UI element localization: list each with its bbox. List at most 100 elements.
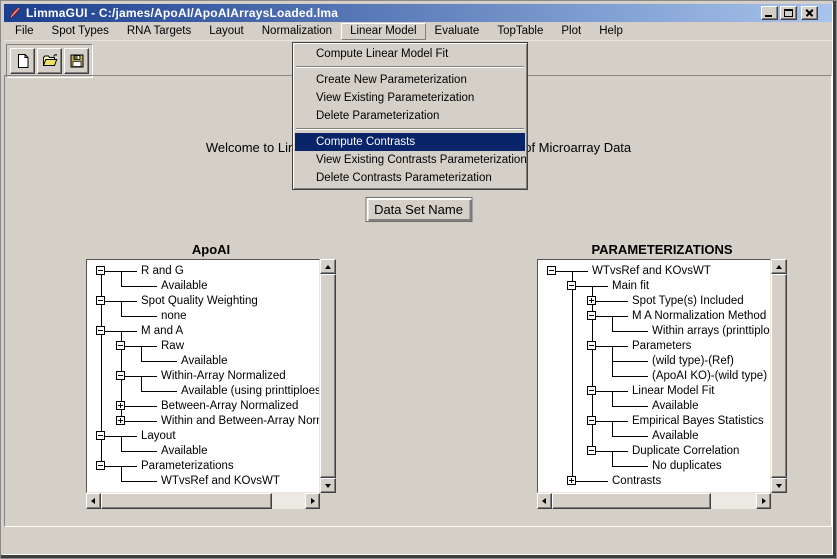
menu-item-compute-linear-model-fit[interactable]: Compute Linear Model Fit xyxy=(295,45,525,63)
menu-item-create-new-parameterization[interactable]: Create New Parameterization xyxy=(295,71,525,89)
menu-file[interactable]: File xyxy=(6,23,43,40)
tree-expand-minus-box[interactable] xyxy=(587,386,596,395)
maximize-button[interactable] xyxy=(780,6,797,20)
scroll-thumb[interactable] xyxy=(771,274,787,478)
tree-node-label[interactable]: none xyxy=(161,309,187,324)
tree-node-label[interactable]: Layout xyxy=(141,429,176,444)
scroll-left-button[interactable] xyxy=(537,493,552,509)
menu-item-view-existing-parameterization[interactable]: View Existing Parameterization xyxy=(295,89,525,107)
tree-node-label[interactable]: Empirical Bayes Statistics xyxy=(632,414,764,429)
menu-plot[interactable]: Plot xyxy=(552,23,590,40)
tree-expand-minus-box[interactable] xyxy=(547,266,556,275)
tree-expand-minus-box[interactable] xyxy=(116,341,125,350)
scroll-left-button[interactable] xyxy=(86,493,101,509)
tree-node-label[interactable]: Within and Between-Array Normalized xyxy=(161,414,320,429)
menu-item-delete-parameterization[interactable]: Delete Parameterization xyxy=(295,107,525,125)
right-tree-vertical-scrollbar[interactable] xyxy=(771,259,787,493)
tree-node-label[interactable]: Available xyxy=(652,399,698,414)
close-button[interactable] xyxy=(801,6,818,20)
scroll-right-button[interactable] xyxy=(756,493,771,509)
left-tree-horizontal-scrollbar[interactable] xyxy=(86,493,320,509)
tree-node-label[interactable]: (ApoAI KO)-(wild type) xyxy=(652,369,767,384)
tree-node-label[interactable]: Spot Quality Weighting xyxy=(141,294,258,309)
right-tree-horizontal-scrollbar[interactable] xyxy=(537,493,771,509)
tree-node-label[interactable]: Within-Array Normalized xyxy=(161,369,286,384)
tree-node-label[interactable]: Available xyxy=(181,354,227,369)
scroll-thumb[interactable] xyxy=(320,274,336,478)
tree-node-label[interactable]: Between-Array Normalized xyxy=(161,399,298,414)
tree-node-label[interactable]: Raw xyxy=(161,339,184,354)
tree-connector-line xyxy=(592,316,628,317)
menu-layout[interactable]: Layout xyxy=(200,23,253,40)
menu-evaluate[interactable]: Evaluate xyxy=(426,23,489,40)
tree-node-label[interactable]: Available xyxy=(161,444,207,459)
menu-help[interactable]: Help xyxy=(590,23,632,40)
tree-expand-minus-box[interactable] xyxy=(587,311,596,320)
tree-expand-plus-box[interactable] xyxy=(567,476,576,485)
tree-expand-plus-box[interactable] xyxy=(116,416,125,425)
tree-node-label[interactable]: Linear Model Fit xyxy=(632,384,714,399)
data-set-name-button[interactable]: Data Set Name xyxy=(365,197,472,222)
tree-node-label[interactable]: Spot Type(s) Included xyxy=(632,294,744,309)
tree-expand-minus-box[interactable] xyxy=(96,326,105,335)
menu-item-delete-contrasts-parameterization[interactable]: Delete Contrasts Parameterization xyxy=(295,169,525,187)
open-file-button[interactable] xyxy=(37,48,62,74)
tree-node-label[interactable]: Parameters xyxy=(632,339,691,354)
menu-item-compute-contrasts[interactable]: Compute Contrasts xyxy=(295,133,525,151)
menu-rna-targets[interactable]: RNA Targets xyxy=(118,23,200,40)
tree-node-label[interactable]: Available (using printtiploess) xyxy=(181,384,320,399)
tree-expand-minus-box[interactable] xyxy=(567,281,576,290)
scroll-thumb[interactable] xyxy=(101,493,272,509)
tree-node-label[interactable]: WTvsRef and KOvsWT xyxy=(592,264,711,279)
scroll-track[interactable] xyxy=(552,493,756,509)
tree-node-label[interactable]: Parameterizations xyxy=(141,459,234,474)
tree-expand-minus-box[interactable] xyxy=(587,416,596,425)
tree-expand-plus-box[interactable] xyxy=(587,296,596,305)
tree-expand-plus-box[interactable] xyxy=(116,401,125,410)
menu-item-view-existing-contrasts-parameterization[interactable]: View Existing Contrasts Parameterization xyxy=(295,151,525,169)
menu-normalization[interactable]: Normalization xyxy=(253,23,341,40)
app-feather-icon xyxy=(8,6,22,20)
minimize-button[interactable] xyxy=(761,6,778,20)
left-tree-vertical-scrollbar[interactable] xyxy=(320,259,336,493)
tree-node-label[interactable]: Contrasts xyxy=(612,474,661,489)
menu-bar: File Spot Types RNA Targets Layout Norma… xyxy=(4,22,832,41)
tree-node-label[interactable]: M A Normalization Method xyxy=(632,309,766,324)
title-bar[interactable]: LimmaGUI - C:/james/ApoAI/ApoAIArraysLoa… xyxy=(4,4,832,22)
scroll-thumb[interactable] xyxy=(552,493,711,509)
scroll-track[interactable] xyxy=(320,274,336,478)
tree-expand-minus-box[interactable] xyxy=(116,371,125,380)
new-file-button[interactable] xyxy=(10,48,35,74)
tree-expand-minus-box[interactable] xyxy=(96,461,105,470)
tree-expand-minus-box[interactable] xyxy=(96,266,105,275)
tree-node-label[interactable]: Main fit xyxy=(612,279,649,294)
limmagui-window: LimmaGUI - C:/james/ApoAI/ApoAIArraysLoa… xyxy=(0,0,837,559)
tree-connector-line xyxy=(141,391,177,392)
scrollbar-corner xyxy=(771,493,787,509)
tree-node-label[interactable]: Available xyxy=(652,429,698,444)
tree-node-label[interactable]: R and G xyxy=(141,264,184,279)
tree-expand-minus-box[interactable] xyxy=(96,296,105,305)
tree-expand-minus-box[interactable] xyxy=(587,446,596,455)
menu-spot-types[interactable]: Spot Types xyxy=(43,23,118,40)
tree-expand-minus-box[interactable] xyxy=(587,341,596,350)
save-file-button[interactable] xyxy=(64,48,89,74)
tree-node-label[interactable]: No duplicates xyxy=(652,459,722,474)
tree-node-label[interactable]: WTvsRef and KOvsWT xyxy=(161,474,280,489)
menu-toptable[interactable]: TopTable xyxy=(488,23,552,40)
scroll-track[interactable] xyxy=(771,274,787,478)
tree-node-label[interactable]: M and A xyxy=(141,324,183,339)
scroll-track[interactable] xyxy=(101,493,305,509)
scroll-right-button[interactable] xyxy=(305,493,320,509)
scroll-up-button[interactable] xyxy=(771,259,787,274)
scroll-up-button[interactable] xyxy=(320,259,336,274)
menu-linear-model[interactable]: Linear Model xyxy=(341,23,425,40)
tree-node-label[interactable]: (wild type)-(Ref) xyxy=(652,354,734,369)
tree-node-label[interactable]: Within arrays (printtiploess) only xyxy=(652,324,771,339)
tree-node-label[interactable]: Duplicate Correlation xyxy=(632,444,739,459)
tree-expand-minus-box[interactable] xyxy=(96,431,105,440)
tree-node-label[interactable]: Available xyxy=(161,279,207,294)
scroll-down-button[interactable] xyxy=(771,478,787,493)
scroll-down-button[interactable] xyxy=(320,478,336,493)
tree-connector-line xyxy=(592,391,628,392)
